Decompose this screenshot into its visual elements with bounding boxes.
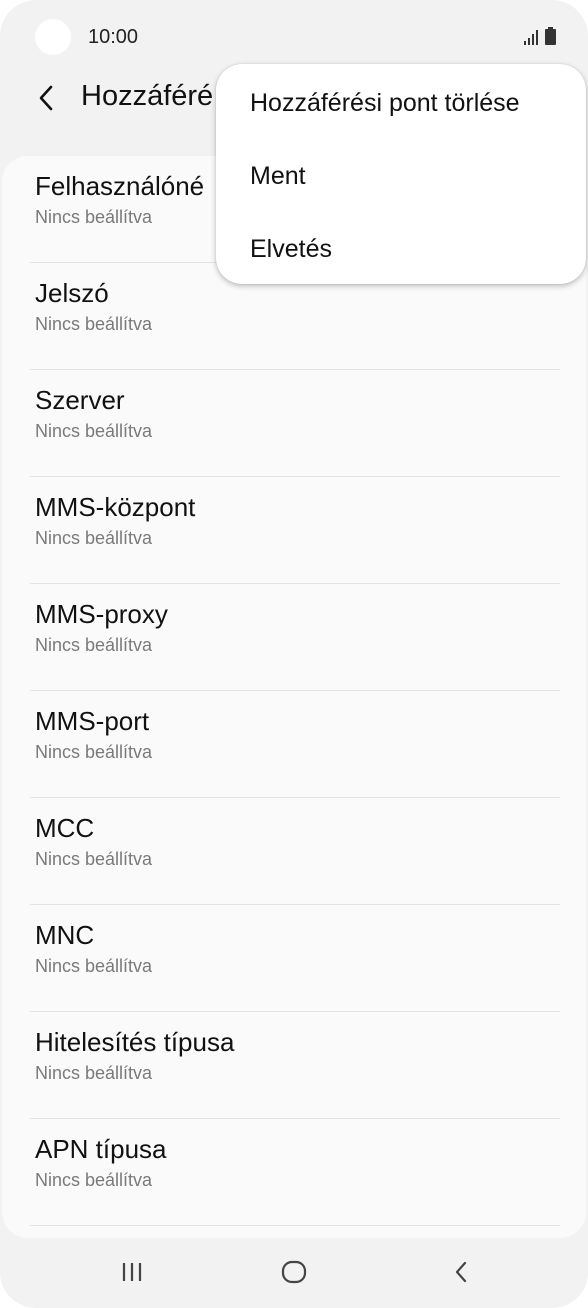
setting-value: Nincs beállítva: [35, 421, 153, 441]
setting-label: Hitelesítés típusa: [35, 1027, 235, 1057]
page-title: Hozzáféré: [81, 80, 214, 112]
setting-row-auth-type[interactable]: Hitelesítés típusa Nincs beállítva: [2, 1012, 586, 1119]
setting-value: Nincs beállítva: [35, 528, 153, 548]
setting-value: Nincs beállítva: [35, 742, 153, 762]
setting-label: APN típusa: [35, 1134, 167, 1164]
setting-row-mmsc[interactable]: MMS-központ Nincs beállítva: [2, 477, 586, 584]
setting-value: Nincs beállítva: [35, 1170, 153, 1190]
menu-item-label: Ment: [250, 162, 306, 190]
status-time: 10:00: [88, 26, 139, 48]
setting-value: Nincs beállítva: [35, 956, 153, 976]
setting-value: Nincs beállítva: [35, 314, 153, 334]
navigation-bar: [0, 1238, 588, 1308]
setting-value: Nincs beállítva: [35, 207, 153, 227]
setting-row-mms-port[interactable]: MMS-port Nincs beállítva: [2, 691, 586, 798]
signal-icon: [524, 29, 540, 45]
setting-label: MNC: [35, 920, 95, 950]
menu-item-save[interactable]: Ment: [216, 140, 586, 212]
chevron-left-icon: [39, 85, 53, 111]
back-button[interactable]: [431, 1250, 491, 1294]
camera-cutout: [35, 19, 71, 55]
menu-item-label: Elvetés: [250, 235, 332, 263]
setting-row-mcc[interactable]: MCC Nincs beállítva: [2, 798, 586, 905]
navigate-back-button[interactable]: [28, 78, 64, 118]
setting-label: MMS-proxy: [35, 599, 168, 629]
menu-item-label: Hozzáférési pont törlése: [250, 89, 520, 117]
setting-label: Szerver: [35, 385, 125, 415]
setting-label: Felhasználóné: [35, 171, 205, 201]
setting-value: Nincs beállítva: [35, 849, 153, 869]
recents-icon: [122, 1263, 142, 1281]
setting-label: MCC: [35, 813, 95, 843]
status-bar: 10:00: [0, 0, 588, 70]
back-icon: [455, 1261, 467, 1283]
setting-label: MMS-központ: [35, 492, 196, 522]
setting-value: Nincs beállítva: [35, 1063, 153, 1083]
menu-item-discard[interactable]: Elvetés: [216, 213, 586, 285]
setting-label: Jelszó: [35, 278, 109, 308]
battery-icon: [545, 27, 556, 45]
setting-row-mnc[interactable]: MNC Nincs beállítva: [2, 905, 586, 1012]
recents-button[interactable]: [102, 1250, 162, 1294]
overflow-menu: Hozzáférési pont törlése Ment Elvetés: [216, 64, 586, 284]
home-icon: [281, 1260, 307, 1284]
phone-screen: 10:00 Hozzáféré Felhasználóné Nincs beál…: [0, 0, 588, 1308]
setting-row-apn-type[interactable]: APN típusa Nincs beállítva: [2, 1119, 586, 1226]
divider: [30, 1225, 560, 1226]
setting-row-mms-proxy[interactable]: MMS-proxy Nincs beállítva: [2, 584, 586, 691]
setting-row-server[interactable]: Szerver Nincs beállítva: [2, 370, 586, 477]
setting-label: MMS-port: [35, 706, 150, 736]
home-button[interactable]: [264, 1250, 324, 1294]
apn-settings-list: Felhasználóné Nincs beállítva Jelszó Nin…: [2, 156, 586, 1238]
menu-item-delete-apn[interactable]: Hozzáférési pont törlése: [216, 67, 586, 139]
setting-value: Nincs beállítva: [35, 635, 153, 655]
